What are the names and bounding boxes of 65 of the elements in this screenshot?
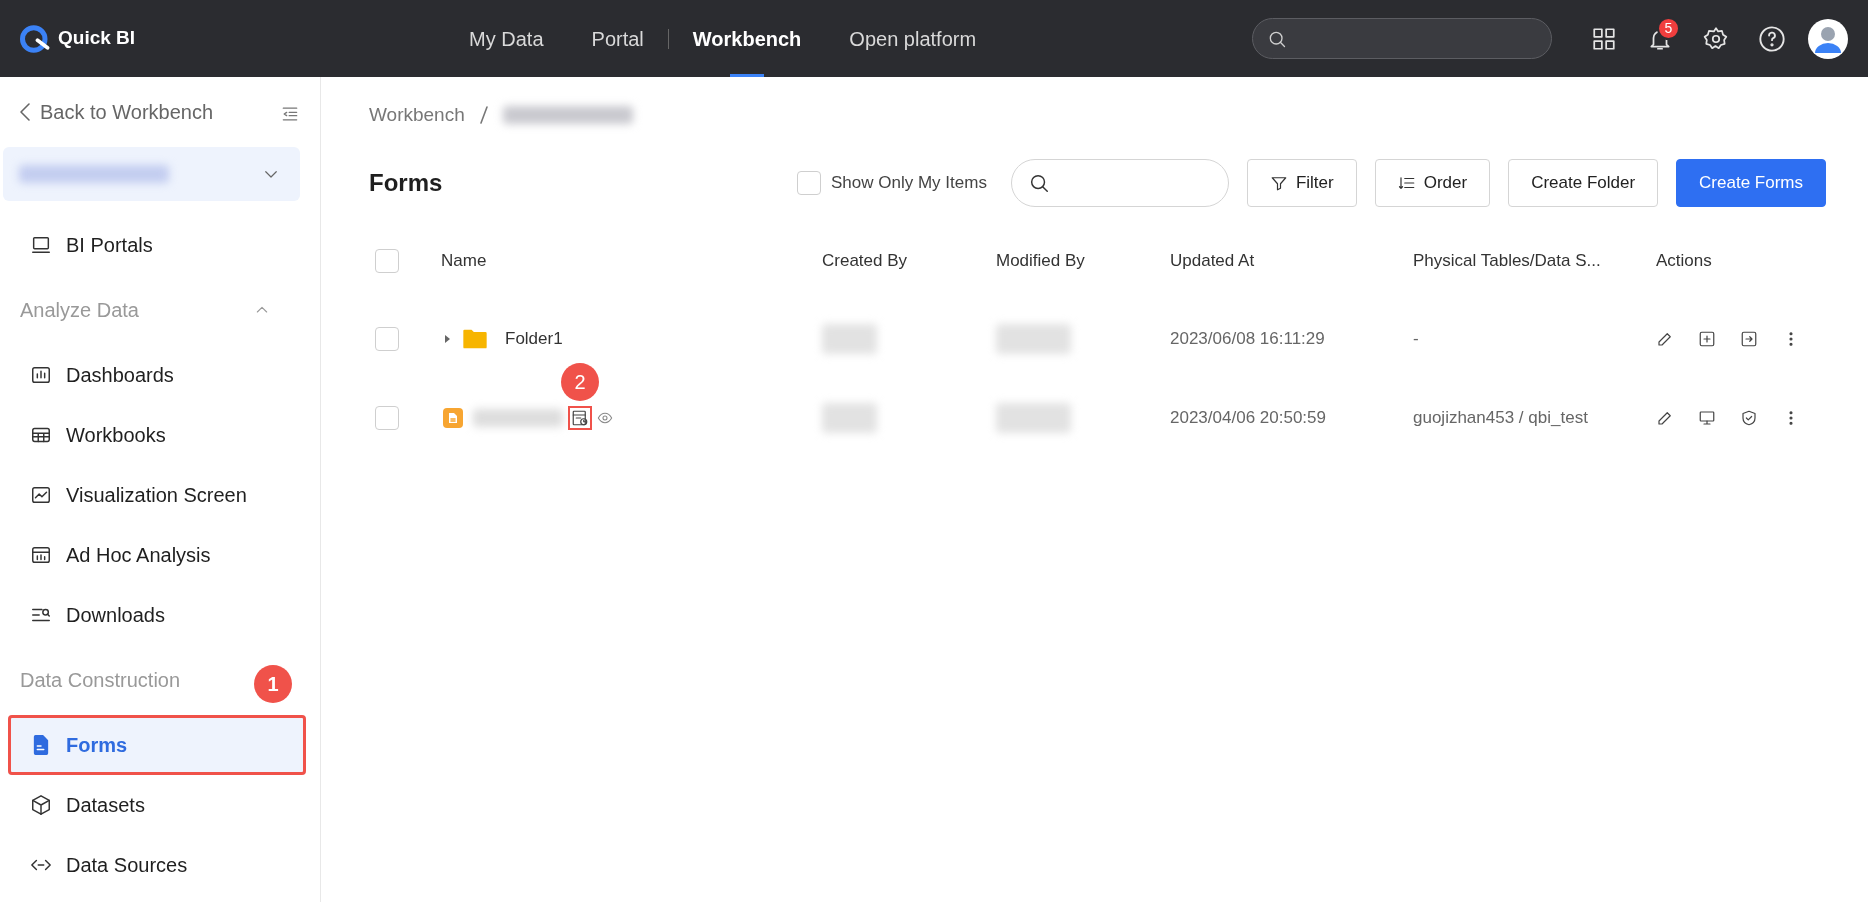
step-badge: 1 (254, 665, 292, 703)
avatar-icon[interactable] (1808, 18, 1848, 59)
toolbar-button[interactable]: Create Folder (1508, 159, 1659, 207)
grid-icon (1591, 25, 1617, 52)
blurred-text (822, 402, 877, 433)
breadcrumb-separator-icon (478, 105, 489, 125)
nav-tab[interactable]: My Data (445, 0, 568, 77)
section-heading: Analyze Data (20, 298, 139, 323)
breadcrumb-link[interactable]: Workbench (369, 100, 465, 130)
column-header: Name (441, 251, 487, 271)
column-header: Created By (822, 251, 908, 271)
nav-tab[interactable]: Workbench (668, 0, 826, 77)
column-header: Actions (1656, 251, 1712, 271)
checkbox[interactable] (375, 326, 399, 351)
settings-icon (1703, 25, 1729, 52)
sidebar-item[interactable]: Dashboards (8, 345, 306, 405)
form-icon (441, 405, 465, 430)
sidebar-item[interactable]: Ad Hoc Analysis (8, 525, 306, 585)
sidebar-item-icon (30, 364, 52, 386)
item-name[interactable]: Folder1 (505, 325, 563, 352)
sidebar-item[interactable]: Workbooks (8, 405, 306, 465)
column-header: Modified By (996, 251, 1085, 271)
checkbox[interactable] (375, 405, 399, 430)
table-cell: 2023/04/06 20:50:59 (1170, 407, 1326, 427)
sidebar-item[interactable]: BI Portals (8, 215, 306, 275)
toolbar-button[interactable]: Filter (1246, 159, 1357, 207)
back-link[interactable]: Back to Workbench (18, 97, 214, 127)
chevron-left-icon (18, 101, 32, 123)
checkbox[interactable] (375, 249, 399, 273)
step-badge: 2 (561, 362, 599, 401)
checkbox-label: Show Only My Items (831, 172, 987, 195)
filter-icon (1269, 174, 1288, 192)
plus-square-icon[interactable] (1698, 329, 1716, 348)
blurred-text (822, 323, 877, 354)
move-icon[interactable] (1740, 329, 1758, 348)
help-icon (1758, 24, 1786, 53)
nav-tab[interactable]: Portal (567, 0, 668, 77)
checkbox[interactable] (797, 171, 821, 195)
search-field[interactable] (1252, 18, 1552, 59)
order-icon (1397, 174, 1416, 192)
sidebar-item-icon (30, 794, 52, 816)
toolbar-button[interactable]: Order (1374, 159, 1491, 207)
table-cell: - (1413, 328, 1419, 348)
sidebar-item[interactable]: Data Sources (8, 835, 306, 895)
column-header: Updated At (1170, 251, 1255, 271)
logo-icon (20, 23, 50, 54)
sidebar-item[interactable]: Visualization Screen (8, 465, 306, 525)
sidebar-item-icon (30, 484, 52, 506)
notifications-button[interactable]: 5 (1640, 18, 1680, 59)
notification-count: 5 (1657, 16, 1680, 40)
table-cell: guojizhan453 / qbi_test (1413, 407, 1588, 427)
column-header: Physical Tables/Data S... (1413, 251, 1601, 271)
sidebar-item[interactable]: Downloads (8, 585, 306, 645)
sidebar-item[interactable]: Datasets (8, 775, 306, 835)
table-cell: 2023/06/08 16:11:29 (1170, 328, 1325, 348)
section-heading: Data Construction (20, 668, 181, 693)
sidebar-item-icon (30, 234, 52, 256)
sidebar-item-icon (30, 544, 52, 566)
toolbar-button[interactable]: Create Forms (1676, 159, 1826, 207)
table-clock-icon[interactable] (571, 408, 589, 427)
nav-tab[interactable]: Open platform (825, 0, 1001, 77)
shield-icon[interactable] (1740, 408, 1758, 427)
page-title: Forms (369, 168, 443, 198)
brand-name: Quick BI (58, 26, 136, 51)
monitor-icon[interactable] (1698, 408, 1716, 427)
